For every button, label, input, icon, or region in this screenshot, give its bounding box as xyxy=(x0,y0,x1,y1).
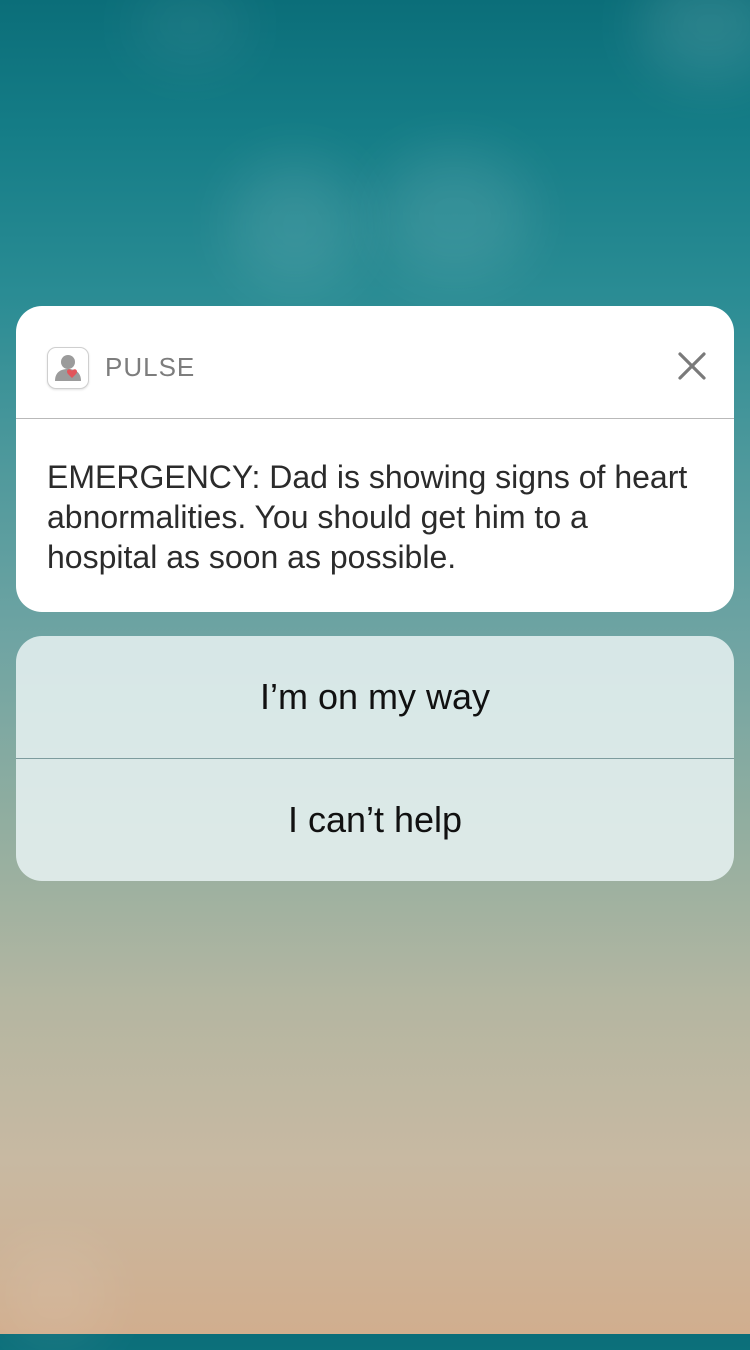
cant-help-button[interactable]: I can’t help xyxy=(16,758,734,881)
close-icon[interactable] xyxy=(670,344,714,388)
app-name: PULSE xyxy=(105,352,196,382)
notification-actions: I’m on my way I can’t help xyxy=(16,636,734,881)
person-heart-icon xyxy=(47,347,89,389)
notification-message: EMERGENCY: Dad is showing signs of heart… xyxy=(47,459,688,575)
on-my-way-button[interactable]: I’m on my way xyxy=(16,636,734,758)
wallpaper-blur xyxy=(380,150,530,280)
wallpaper-blur xyxy=(130,0,250,70)
wallpaper-blur xyxy=(230,160,360,290)
wallpaper-blur xyxy=(640,0,750,80)
notification-header: PULSE xyxy=(16,306,734,419)
notification-card[interactable]: PULSE EMERGENCY: Dad is showing signs of… xyxy=(16,306,734,612)
